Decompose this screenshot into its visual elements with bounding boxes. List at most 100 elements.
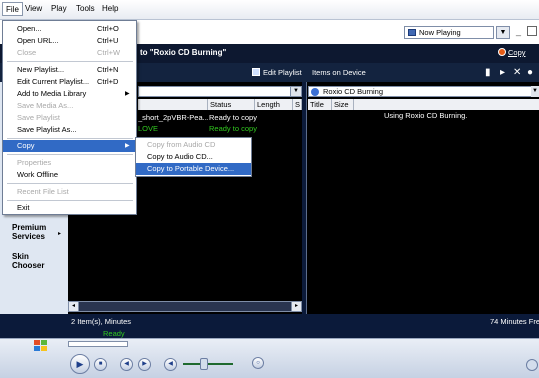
- device-header: Title Size: [308, 99, 539, 110]
- menu-item-label: New Playlist...: [17, 65, 65, 74]
- maximize-icon[interactable]: [527, 26, 537, 36]
- column-title[interactable]: [138, 99, 208, 110]
- menu-item-edit-current-playlist[interactable]: Edit Current Playlist... Ctrl+D: [3, 76, 136, 88]
- menu-item-exit[interactable]: Exit: [3, 202, 136, 214]
- menu-item-label: Properties: [17, 158, 52, 167]
- menu-item-copy-to-portable-device[interactable]: Copy to Portable Device...: [136, 163, 251, 175]
- menu-item-label: Open...: [17, 24, 42, 33]
- column-size[interactable]: Size: [332, 99, 354, 110]
- menu-item-label: Work Offline: [17, 170, 58, 179]
- sidebar-item-label: Premium: [12, 223, 47, 232]
- menu-item-save-playlist[interactable]: Save Playlist: [3, 112, 136, 124]
- items-count: 2 Item(s), Minutes: [71, 317, 132, 326]
- scroll-right-icon[interactable]: ▸: [291, 301, 302, 312]
- copy-button[interactable]: Copy: [508, 48, 526, 57]
- menu-item-recent-file-list[interactable]: Recent File List: [3, 186, 136, 198]
- sidebar-item-label: Chooser: [12, 261, 45, 270]
- shortcut: Ctrl+U: [97, 36, 119, 45]
- menu-item-new-playlist[interactable]: New Playlist... Ctrl+N: [3, 64, 136, 76]
- menu-play[interactable]: Play: [48, 2, 70, 16]
- menu-separator: [7, 183, 133, 184]
- chevron-down-icon[interactable]: ▼: [496, 26, 510, 39]
- stop-icon[interactable]: ■: [94, 358, 107, 371]
- menu-file[interactable]: File: [2, 2, 23, 16]
- column-title[interactable]: Title: [308, 99, 332, 110]
- menu-item-label: Copy: [17, 141, 35, 150]
- menu-separator: [7, 138, 133, 139]
- table-row[interactable]: _short_2pVBR-Pea... Ready to copy: [138, 112, 302, 123]
- menu-item-open[interactable]: Open... Ctrl+O: [3, 23, 136, 35]
- flag-icon[interactable]: ▸: [500, 67, 505, 78]
- status-text: Ready: [103, 329, 125, 338]
- edit-playlist-icon: [252, 68, 260, 76]
- chevron-right-icon: ▶: [125, 143, 130, 149]
- page-title: to "Roxio CD Burning": [140, 48, 227, 57]
- menu-view[interactable]: View: [22, 2, 45, 16]
- menu-item-label: Exit: [17, 203, 30, 212]
- minimize-icon[interactable]: _: [516, 26, 524, 36]
- column-size[interactable]: S: [293, 99, 302, 110]
- menu-item-close[interactable]: Close Ctrl+W: [3, 47, 136, 59]
- device-status: Using Roxio CD Burning.: [384, 111, 468, 120]
- sidebar-item-skin-chooser[interactable]: Skin Chooser: [12, 252, 44, 270]
- shortcut: Ctrl+O: [97, 24, 119, 33]
- column-status[interactable]: Status: [208, 99, 255, 110]
- volume-slider[interactable]: [183, 363, 233, 365]
- media-player-window: File View Play Tools Help Now Playing ▼ …: [0, 0, 539, 378]
- menu-item-copy-to-audio-cd[interactable]: Copy to Audio CD...: [136, 151, 251, 163]
- time-icon[interactable]: [526, 359, 538, 371]
- menu-item-label: Add to Media Library: [17, 89, 87, 98]
- menu-item-label: Open URL...: [17, 36, 59, 45]
- menu-item-copy[interactable]: Copy ▶: [3, 140, 136, 152]
- column-length[interactable]: Length: [255, 99, 293, 110]
- device-settings-icon[interactable]: ▮: [485, 67, 491, 78]
- menu-item-label: Save Media As...: [17, 101, 74, 110]
- items-on-device-label: Items on Device: [312, 68, 366, 77]
- next-icon[interactable]: ▶: [138, 358, 151, 371]
- menu-help[interactable]: Help: [99, 2, 121, 16]
- menu-item-save-playlist-as[interactable]: Save Playlist As...: [3, 124, 136, 136]
- menu-item-save-media-as[interactable]: Save Media As...: [3, 100, 136, 112]
- table-row[interactable]: LOVE Ready to copy: [138, 123, 302, 134]
- volume-knob[interactable]: [200, 358, 208, 370]
- cd-icon: [311, 88, 319, 96]
- chevron-down-icon[interactable]: ▼: [531, 86, 539, 97]
- sidebar-item-premium-services[interactable]: Premium Services: [12, 223, 46, 241]
- playlist-select[interactable]: [138, 86, 302, 97]
- menu-tools[interactable]: Tools: [73, 2, 98, 16]
- menu-separator: [7, 200, 133, 201]
- chevron-down-icon[interactable]: ▼: [290, 86, 302, 97]
- shortcut: Ctrl+D: [97, 77, 119, 86]
- seek-bar[interactable]: [68, 341, 128, 347]
- track-status: Ready to copy: [209, 113, 257, 122]
- play-icon[interactable]: ▶: [70, 354, 90, 374]
- refresh-icon[interactable]: ●: [527, 67, 533, 78]
- chevron-right-icon: ▸: [58, 231, 62, 237]
- edit-playlist-button[interactable]: Edit Playlist: [263, 68, 302, 77]
- menu-item-label: Save Playlist: [17, 113, 60, 122]
- menu-separator: [7, 61, 133, 62]
- menu-item-label: Save Playlist As...: [17, 125, 77, 134]
- free-space: 74 Minutes Free: [490, 317, 539, 326]
- device-select[interactable]: Roxio CD Burning: [308, 86, 539, 97]
- mute-icon[interactable]: ◀: [164, 358, 177, 371]
- menu-item-label: Edit Current Playlist...: [17, 77, 90, 86]
- windows-logo-icon: [34, 340, 47, 351]
- track-title: _short_2pVBR-Pea...: [138, 113, 208, 122]
- menu-item-work-offline[interactable]: Work Offline: [3, 169, 136, 181]
- track-title: LOVE: [138, 124, 159, 133]
- scroll-left-icon[interactable]: ◂: [68, 301, 79, 312]
- delete-icon[interactable]: ✕: [513, 67, 521, 78]
- file-menu: Open... Ctrl+O Open URL... Ctrl+U Close Ctr…: [2, 20, 137, 215]
- now-playing-select[interactable]: Now Playing: [404, 26, 494, 39]
- horizontal-scrollbar[interactable]: [68, 301, 302, 312]
- menu-item-properties[interactable]: Properties: [3, 157, 136, 169]
- menu-item-add-to-media-library[interactable]: Add to Media Library ▶: [3, 88, 136, 100]
- status-bar: [0, 326, 539, 338]
- sidebar-item-label: Skin: [12, 252, 29, 261]
- shuffle-icon[interactable]: ○: [252, 357, 264, 369]
- previous-icon[interactable]: ◀: [120, 358, 133, 371]
- playlist-header: Status Length S: [138, 99, 302, 110]
- menu-item-open-url[interactable]: Open URL... Ctrl+U: [3, 35, 136, 47]
- menu-item-copy-from-audio-cd[interactable]: Copy from Audio CD: [136, 139, 251, 151]
